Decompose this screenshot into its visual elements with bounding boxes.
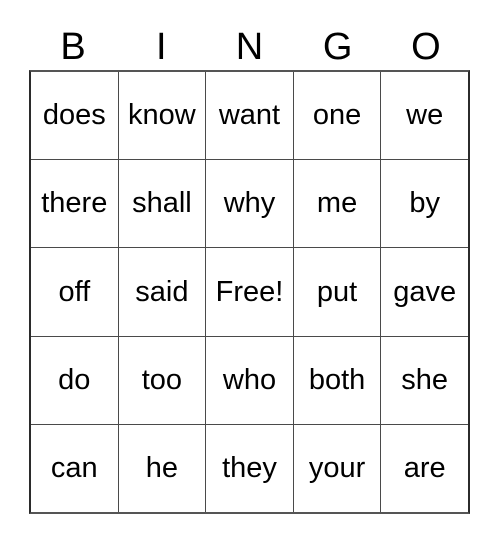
bingo-row-2: there shall why me by: [31, 160, 468, 249]
bingo-cell-n1[interactable]: want: [206, 72, 294, 160]
bingo-row-5: can he they your are: [31, 424, 468, 513]
bingo-cell-n4[interactable]: who: [206, 336, 294, 424]
bingo-header-letter-n: N: [235, 26, 264, 68]
bingo-cell-g5[interactable]: your: [293, 424, 382, 513]
bingo-header-letter-o: O: [411, 26, 441, 68]
bingo-row-1: does know want one we: [31, 72, 468, 161]
bingo-card: B I N G O does know want one we there sh…: [0, 0, 500, 544]
bingo-cell-b5[interactable]: can: [31, 424, 119, 513]
bingo-cell-o5[interactable]: are: [381, 424, 468, 513]
bingo-cell-g1[interactable]: one: [293, 72, 382, 160]
bingo-cell-g4[interactable]: both: [293, 336, 382, 424]
bingo-cell-b2[interactable]: there: [31, 160, 119, 248]
bingo-grid: does know want one we there shall why me…: [29, 70, 470, 514]
bingo-cell-b3[interactable]: off: [31, 248, 119, 336]
bingo-cell-g2[interactable]: me: [293, 160, 382, 248]
bingo-cell-o1[interactable]: we: [381, 72, 468, 160]
bingo-cell-i2[interactable]: shall: [118, 160, 207, 248]
bingo-cell-n2[interactable]: why: [206, 160, 294, 248]
bingo-header-letter-i: I: [156, 26, 167, 68]
bingo-row-3: off said Free! put gave: [31, 248, 468, 337]
bingo-cell-o4[interactable]: she: [381, 336, 468, 424]
bingo-cell-i1[interactable]: know: [118, 72, 207, 160]
bingo-cell-i5[interactable]: he: [118, 424, 207, 513]
bingo-cell-i4[interactable]: too: [118, 336, 207, 424]
bingo-cell-b1[interactable]: does: [31, 72, 119, 160]
bingo-cell-b4[interactable]: do: [31, 336, 119, 424]
bingo-row-4: do too who both she: [31, 336, 468, 425]
bingo-header-letter-b: B: [60, 26, 86, 68]
bingo-header-letter-g: G: [322, 26, 353, 68]
bingo-cell-g3[interactable]: put: [293, 248, 382, 336]
bingo-cell-i3[interactable]: said: [118, 248, 207, 336]
bingo-cell-o2[interactable]: by: [381, 160, 468, 248]
bingo-cell-free-space[interactable]: Free!: [206, 248, 294, 336]
bingo-cell-n5[interactable]: they: [206, 424, 294, 513]
bingo-cell-o3[interactable]: gave: [381, 248, 468, 336]
bingo-header-row: B I N G O: [29, 24, 470, 70]
